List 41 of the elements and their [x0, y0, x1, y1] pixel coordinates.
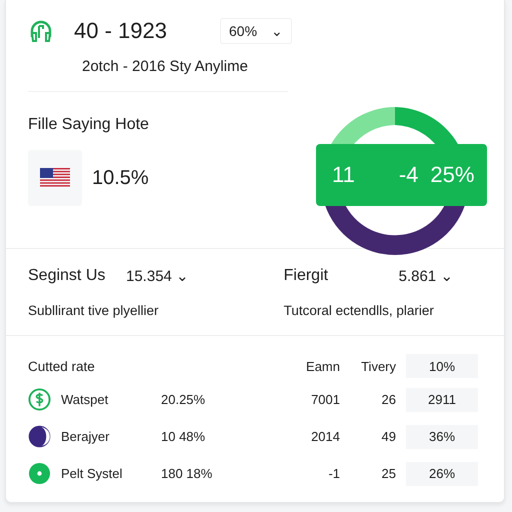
section-title: Fille Saying Hote [28, 116, 150, 134]
donut-value: 11 [332, 162, 355, 188]
stat-label: Seginst Us [28, 267, 106, 285]
stat-value[interactable]: 15.354 ⌄ [126, 267, 190, 285]
percent-dropdown[interactable]: 60% ⌄ [220, 18, 292, 44]
header-title: 40 - 1923 [74, 18, 168, 44]
stat-note: Subllirant tive plyellier [28, 303, 160, 318]
record-icon [28, 462, 51, 485]
half-moon-icon [28, 425, 51, 448]
column-header: Eamn [306, 358, 340, 374]
caret-icon: ⌄ [440, 268, 454, 285]
table-cell: Watspet [61, 392, 108, 407]
column-header: Cutted rate [28, 358, 96, 374]
table-cell-text: 49 [380, 429, 396, 444]
caret-icon: ⌄ [271, 23, 283, 39]
caret-icon: ⌄ [176, 268, 190, 285]
table-cell: Pelt Systel [61, 466, 122, 481]
table-cell: 26% [406, 462, 478, 486]
table-cell: 36% [406, 424, 478, 448]
table-cell: 2911 [406, 388, 478, 412]
table-cell-text: -1 [327, 466, 340, 481]
stat-note: Tutcoral ectendlls, plarier [284, 303, 435, 318]
headphones-icon [28, 18, 54, 44]
column-header: 10% [406, 354, 478, 378]
column-header: Tivery [360, 358, 396, 374]
stat-value[interactable]: 5.861 ⌄ [398, 267, 454, 285]
flag-icon [40, 168, 70, 188]
highlight-value: 10.5% [92, 166, 149, 190]
table-cell-text: 25 [380, 466, 396, 481]
donut-value: -4 [398, 162, 418, 188]
table-cell-text: 7001 [310, 392, 340, 407]
table-cell-text: 180 18% [160, 466, 214, 481]
table-cell: Berajyer [61, 429, 110, 444]
table-cell-text: 20.25% [160, 392, 206, 407]
dollar-icon [28, 388, 51, 411]
table-cell-text: 26 [380, 392, 396, 407]
table-cell-text: 2014 [310, 429, 340, 444]
stat-label: Fiergit [284, 267, 330, 285]
donut-value: 25% [430, 162, 474, 188]
table-cell-text: 10 48% [160, 429, 206, 444]
header-subtitle: 2otch - 2016 Sty Anylime [82, 58, 249, 75]
